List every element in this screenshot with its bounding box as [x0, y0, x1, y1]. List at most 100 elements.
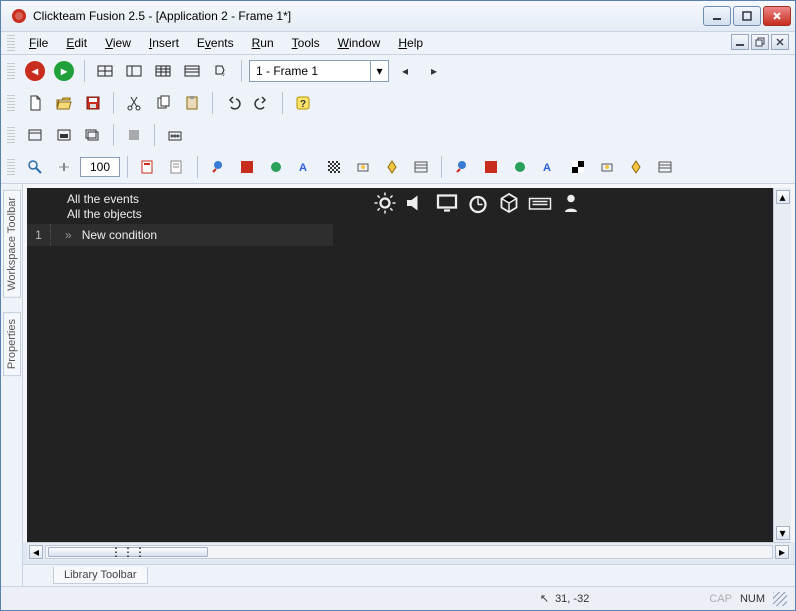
vertical-scrollbar[interactable]: ▴ ▾: [773, 188, 791, 542]
menu-tools[interactable]: Tools: [284, 34, 328, 52]
scroll-thumb[interactable]: ⋮⋮⋮: [48, 547, 208, 557]
display-icon[interactable]: [435, 191, 459, 215]
menu-file[interactable]: File: [21, 34, 56, 52]
app-icon: [11, 8, 27, 24]
mdi-close-button[interactable]: [771, 34, 789, 50]
menu-events[interactable]: Events: [189, 34, 242, 52]
save-button[interactable]: [80, 90, 106, 116]
event-row[interactable]: 1 » New condition: [27, 224, 333, 246]
build-button[interactable]: [162, 122, 188, 148]
run-application-button[interactable]: [51, 122, 77, 148]
event-editor-button[interactable]: [150, 58, 176, 84]
run-frame-button[interactable]: [22, 122, 48, 148]
resize-grip[interactable]: [773, 592, 787, 606]
side-tab-strip: Workspace Toolbar Properties: [1, 184, 23, 586]
maximize-button[interactable]: [733, 6, 761, 26]
workspace-toolbar-tab[interactable]: Workspace Toolbar: [3, 190, 21, 298]
filter-a6-button[interactable]: [350, 154, 376, 180]
player-icon[interactable]: [559, 191, 583, 215]
run-project-button[interactable]: [80, 122, 106, 148]
redo-button[interactable]: [249, 90, 275, 116]
copy-button[interactable]: [150, 90, 176, 116]
help-button[interactable]: ?: [290, 90, 316, 116]
toolbar-file: ?: [1, 87, 795, 119]
stop-button[interactable]: [121, 122, 147, 148]
event-header-labels: All the events All the objects: [67, 192, 367, 222]
event-tool-1-button[interactable]: [135, 154, 161, 180]
menu-bar: File Edit View Insert Events Run Tools W…: [1, 31, 795, 55]
zoom-slider-button[interactable]: [51, 154, 77, 180]
toolbar-zoom: 100 A A: [1, 151, 795, 184]
zoom-tool-button[interactable]: [22, 154, 48, 180]
frame-editor-button[interactable]: [121, 58, 147, 84]
undo-button[interactable]: [220, 90, 246, 116]
filter-b3-button[interactable]: [507, 154, 533, 180]
sound-icon[interactable]: [404, 191, 428, 215]
event-row-number: 1: [27, 224, 51, 246]
menu-insert[interactable]: Insert: [141, 34, 187, 52]
mdi-restore-button[interactable]: [751, 34, 769, 50]
nav-back-button[interactable]: ◂: [22, 58, 48, 84]
nav-forward-button[interactable]: ▸: [51, 58, 77, 84]
create-object-icon[interactable]: [497, 191, 521, 215]
filter-a8-button[interactable]: [408, 154, 434, 180]
filter-b6-button[interactable]: [594, 154, 620, 180]
mdi-minimize-button[interactable]: [731, 34, 749, 50]
cut-button[interactable]: [121, 90, 147, 116]
settings-icon[interactable]: [373, 191, 397, 215]
toolbar-grip-icon[interactable]: [7, 127, 15, 143]
open-button[interactable]: [51, 90, 77, 116]
frame-selector-input[interactable]: [250, 61, 370, 81]
status-num: NUM: [740, 593, 765, 605]
zoom-value[interactable]: 100: [80, 157, 120, 177]
filter-b1-button[interactable]: [449, 154, 475, 180]
scroll-track[interactable]: ⋮⋮⋮: [45, 545, 773, 559]
filter-a1-button[interactable]: [205, 154, 231, 180]
new-button[interactable]: [22, 90, 48, 116]
toolbar-grip-icon[interactable]: [7, 35, 15, 51]
toolbar-grip-icon[interactable]: [7, 159, 15, 175]
toolbar-grip-icon[interactable]: [7, 63, 15, 79]
svg-text:A: A: [299, 162, 307, 174]
menu-view[interactable]: View: [97, 34, 139, 52]
menu-edit[interactable]: Edit: [58, 34, 95, 52]
minimize-button[interactable]: [703, 6, 731, 26]
all-events-label: All the events: [67, 192, 367, 207]
horizontal-scrollbar[interactable]: ◂ ⋮⋮⋮ ▸: [27, 542, 791, 560]
menu-run[interactable]: Run: [244, 34, 282, 52]
storyboard-editor-button[interactable]: [92, 58, 118, 84]
paste-button[interactable]: [179, 90, 205, 116]
library-toolbar-tab[interactable]: Library Toolbar: [53, 567, 148, 584]
prev-frame-button[interactable]: ◂: [392, 58, 418, 84]
filter-b5-button[interactable]: [565, 154, 591, 180]
timer-icon[interactable]: [466, 191, 490, 215]
filter-a3-button[interactable]: [263, 154, 289, 180]
filter-a2-button[interactable]: [234, 154, 260, 180]
scroll-left-button[interactable]: ◂: [29, 545, 43, 559]
filter-b2-button[interactable]: [478, 154, 504, 180]
event-tool-2-button[interactable]: [164, 154, 190, 180]
properties-tab[interactable]: Properties: [3, 312, 21, 376]
toolbar-grip-icon[interactable]: [7, 95, 15, 111]
scroll-down-button[interactable]: ▾: [776, 526, 790, 540]
scroll-up-button[interactable]: ▴: [776, 190, 790, 204]
new-condition-label[interactable]: New condition: [82, 228, 157, 242]
filter-b8-button[interactable]: [652, 154, 678, 180]
chevron-down-icon[interactable]: ▾: [370, 61, 388, 81]
frame-selector[interactable]: ▾: [249, 60, 389, 82]
filter-a5-button[interactable]: [321, 154, 347, 180]
menu-help[interactable]: Help: [390, 34, 431, 52]
keyboard-icon[interactable]: [528, 191, 552, 215]
filter-b4-button[interactable]: A: [536, 154, 562, 180]
event-editor[interactable]: All the events All the objects 1: [27, 188, 773, 542]
event-list-editor-button[interactable]: [179, 58, 205, 84]
data-elements-button[interactable]: ♪: [208, 58, 234, 84]
filter-a7-button[interactable]: [379, 154, 405, 180]
menu-window[interactable]: Window: [330, 34, 389, 52]
titlebar[interactable]: Clickteam Fusion 2.5 - [Application 2 - …: [1, 1, 795, 31]
next-frame-button[interactable]: ▸: [421, 58, 447, 84]
filter-a4-button[interactable]: A: [292, 154, 318, 180]
close-button[interactable]: [763, 6, 791, 26]
filter-b7-button[interactable]: [623, 154, 649, 180]
scroll-right-button[interactable]: ▸: [775, 545, 789, 559]
